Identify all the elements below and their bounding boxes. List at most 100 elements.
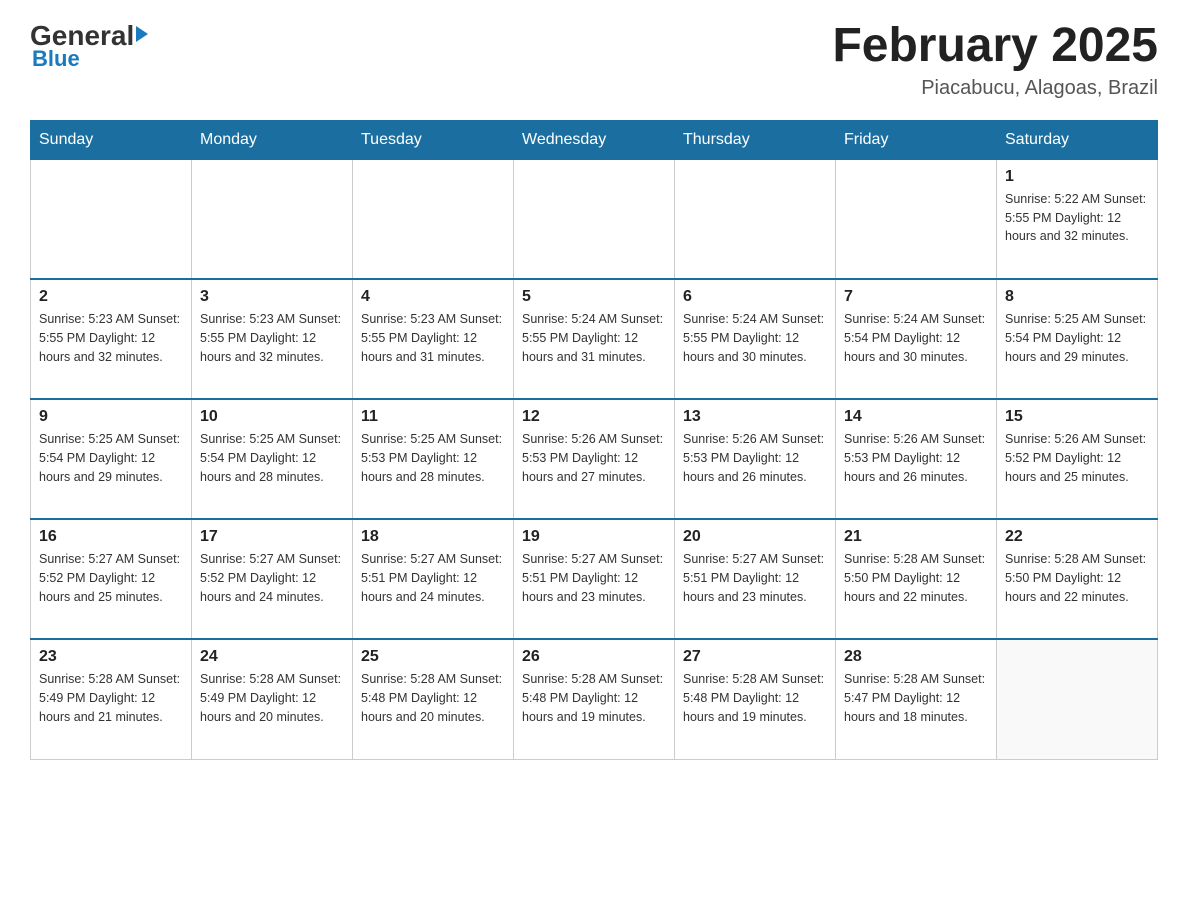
day-info: Sunrise: 5:25 AM Sunset: 5:54 PM Dayligh… [1005, 310, 1149, 366]
day-number: 20 [683, 528, 827, 546]
logo-arrow-icon [136, 26, 148, 42]
calendar-cell [675, 159, 836, 279]
day-number: 6 [683, 288, 827, 306]
week-row-1: 1 Sunrise: 5:22 AM Sunset: 5:55 PM Daylig… [31, 159, 1158, 279]
calendar-cell [31, 159, 192, 279]
col-thursday: Thursday [675, 120, 836, 159]
day-info: Sunrise: 5:23 AM Sunset: 5:55 PM Dayligh… [39, 310, 183, 366]
day-info: Sunrise: 5:24 AM Sunset: 5:55 PM Dayligh… [522, 310, 666, 366]
col-monday: Monday [192, 120, 353, 159]
calendar-table: Sunday Monday Tuesday Wednesday Thursday… [30, 120, 1158, 760]
day-number: 22 [1005, 528, 1149, 546]
calendar-cell: 21 Sunrise: 5:28 AM Sunset: 5:50 PM Dayli… [836, 519, 997, 639]
day-info: Sunrise: 5:26 AM Sunset: 5:53 PM Dayligh… [522, 430, 666, 486]
day-number: 11 [361, 408, 505, 426]
calendar-cell: 19 Sunrise: 5:27 AM Sunset: 5:51 PM Dayli… [514, 519, 675, 639]
day-info: Sunrise: 5:28 AM Sunset: 5:49 PM Dayligh… [200, 670, 344, 726]
calendar-cell: 23 Sunrise: 5:28 AM Sunset: 5:49 PM Dayli… [31, 639, 192, 759]
day-number: 21 [844, 528, 988, 546]
day-number: 19 [522, 528, 666, 546]
day-number: 14 [844, 408, 988, 426]
day-info: Sunrise: 5:28 AM Sunset: 5:48 PM Dayligh… [683, 670, 827, 726]
day-number: 2 [39, 288, 183, 306]
day-number: 4 [361, 288, 505, 306]
day-info: Sunrise: 5:25 AM Sunset: 5:53 PM Dayligh… [361, 430, 505, 486]
day-number: 28 [844, 648, 988, 666]
day-number: 24 [200, 648, 344, 666]
logo: General Blue [30, 20, 148, 72]
calendar-cell: 26 Sunrise: 5:28 AM Sunset: 5:48 PM Dayli… [514, 639, 675, 759]
day-number: 1 [1005, 168, 1149, 186]
day-number: 3 [200, 288, 344, 306]
page-header: General Blue February 2025 Piacabucu, Al… [30, 20, 1158, 100]
day-info: Sunrise: 5:28 AM Sunset: 5:50 PM Dayligh… [1005, 550, 1149, 606]
calendar-cell [192, 159, 353, 279]
day-info: Sunrise: 5:26 AM Sunset: 5:52 PM Dayligh… [1005, 430, 1149, 486]
day-number: 15 [1005, 408, 1149, 426]
calendar-cell: 6Sunrise: 5:24 AM Sunset: 5:55 PM Daylig… [675, 279, 836, 399]
calendar-cell: 3 Sunrise: 5:23 AM Sunset: 5:55 PM Daylig… [192, 279, 353, 399]
calendar-cell [353, 159, 514, 279]
calendar-cell: 28 Sunrise: 5:28 AM Sunset: 5:47 PM Dayli… [836, 639, 997, 759]
day-info: Sunrise: 5:27 AM Sunset: 5:52 PM Dayligh… [200, 550, 344, 606]
calendar-cell: 2 Sunrise: 5:23 AM Sunset: 5:55 PM Daylig… [31, 279, 192, 399]
day-number: 7 [844, 288, 988, 306]
day-number: 17 [200, 528, 344, 546]
day-number: 9 [39, 408, 183, 426]
day-info: Sunrise: 5:26 AM Sunset: 5:53 PM Dayligh… [683, 430, 827, 486]
day-info: Sunrise: 5:27 AM Sunset: 5:52 PM Dayligh… [39, 550, 183, 606]
col-sunday: Sunday [31, 120, 192, 159]
col-saturday: Saturday [997, 120, 1158, 159]
day-number: 10 [200, 408, 344, 426]
day-number: 13 [683, 408, 827, 426]
calendar-cell: 22 Sunrise: 5:28 AM Sunset: 5:50 PM Dayli… [997, 519, 1158, 639]
day-info: Sunrise: 5:28 AM Sunset: 5:50 PM Dayligh… [844, 550, 988, 606]
day-info: Sunrise: 5:28 AM Sunset: 5:47 PM Dayligh… [844, 670, 988, 726]
day-info: Sunrise: 5:28 AM Sunset: 5:48 PM Dayligh… [522, 670, 666, 726]
calendar-cell: 18 Sunrise: 5:27 AM Sunset: 5:51 PM Dayli… [353, 519, 514, 639]
location-subtitle: Piacabucu, Alagoas, Brazil [832, 77, 1158, 100]
logo-blue: Blue [32, 46, 80, 72]
day-info: Sunrise: 5:25 AM Sunset: 5:54 PM Dayligh… [200, 430, 344, 486]
day-info: Sunrise: 5:23 AM Sunset: 5:55 PM Dayligh… [361, 310, 505, 366]
day-number: 12 [522, 408, 666, 426]
weekday-header-row: Sunday Monday Tuesday Wednesday Thursday… [31, 120, 1158, 159]
day-number: 23 [39, 648, 183, 666]
calendar-cell: 15 Sunrise: 5:26 AM Sunset: 5:52 PM Dayli… [997, 399, 1158, 519]
day-info: Sunrise: 5:27 AM Sunset: 5:51 PM Dayligh… [522, 550, 666, 606]
day-info: Sunrise: 5:26 AM Sunset: 5:53 PM Dayligh… [844, 430, 988, 486]
calendar-cell: 8Sunrise: 5:25 AM Sunset: 5:54 PM Daylig… [997, 279, 1158, 399]
day-number: 26 [522, 648, 666, 666]
day-info: Sunrise: 5:28 AM Sunset: 5:49 PM Dayligh… [39, 670, 183, 726]
title-block: February 2025 Piacabucu, Alagoas, Brazil [832, 20, 1158, 100]
calendar-cell [836, 159, 997, 279]
week-row-5: 23 Sunrise: 5:28 AM Sunset: 5:49 PM Dayli… [31, 639, 1158, 759]
week-row-3: 9 Sunrise: 5:25 AM Sunset: 5:54 PM Daylig… [31, 399, 1158, 519]
calendar-cell: 10 Sunrise: 5:25 AM Sunset: 5:54 PM Dayli… [192, 399, 353, 519]
calendar-cell: 13 Sunrise: 5:26 AM Sunset: 5:53 PM Dayli… [675, 399, 836, 519]
calendar-cell: 17 Sunrise: 5:27 AM Sunset: 5:52 PM Dayli… [192, 519, 353, 639]
calendar-cell: 12 Sunrise: 5:26 AM Sunset: 5:53 PM Dayli… [514, 399, 675, 519]
day-number: 27 [683, 648, 827, 666]
day-info: Sunrise: 5:24 AM Sunset: 5:54 PM Dayligh… [844, 310, 988, 366]
day-info: Sunrise: 5:27 AM Sunset: 5:51 PM Dayligh… [361, 550, 505, 606]
calendar-cell: 25Sunrise: 5:28 AM Sunset: 5:48 PM Dayli… [353, 639, 514, 759]
day-info: Sunrise: 5:25 AM Sunset: 5:54 PM Dayligh… [39, 430, 183, 486]
col-tuesday: Tuesday [353, 120, 514, 159]
day-info: Sunrise: 5:23 AM Sunset: 5:55 PM Dayligh… [200, 310, 344, 366]
calendar-cell [997, 639, 1158, 759]
calendar-cell [514, 159, 675, 279]
calendar-cell: 4 Sunrise: 5:23 AM Sunset: 5:55 PM Daylig… [353, 279, 514, 399]
calendar-cell: 5Sunrise: 5:24 AM Sunset: 5:55 PM Daylig… [514, 279, 675, 399]
week-row-4: 16Sunrise: 5:27 AM Sunset: 5:52 PM Dayli… [31, 519, 1158, 639]
day-number: 18 [361, 528, 505, 546]
calendar-cell: 24 Sunrise: 5:28 AM Sunset: 5:49 PM Dayli… [192, 639, 353, 759]
calendar-cell: 1 Sunrise: 5:22 AM Sunset: 5:55 PM Daylig… [997, 159, 1158, 279]
col-wednesday: Wednesday [514, 120, 675, 159]
calendar-cell: 27 Sunrise: 5:28 AM Sunset: 5:48 PM Dayli… [675, 639, 836, 759]
calendar-cell: 16Sunrise: 5:27 AM Sunset: 5:52 PM Dayli… [31, 519, 192, 639]
calendar-cell: 7 Sunrise: 5:24 AM Sunset: 5:54 PM Daylig… [836, 279, 997, 399]
calendar-cell: 9 Sunrise: 5:25 AM Sunset: 5:54 PM Daylig… [31, 399, 192, 519]
day-number: 25 [361, 648, 505, 666]
day-info: Sunrise: 5:22 AM Sunset: 5:55 PM Dayligh… [1005, 190, 1149, 246]
